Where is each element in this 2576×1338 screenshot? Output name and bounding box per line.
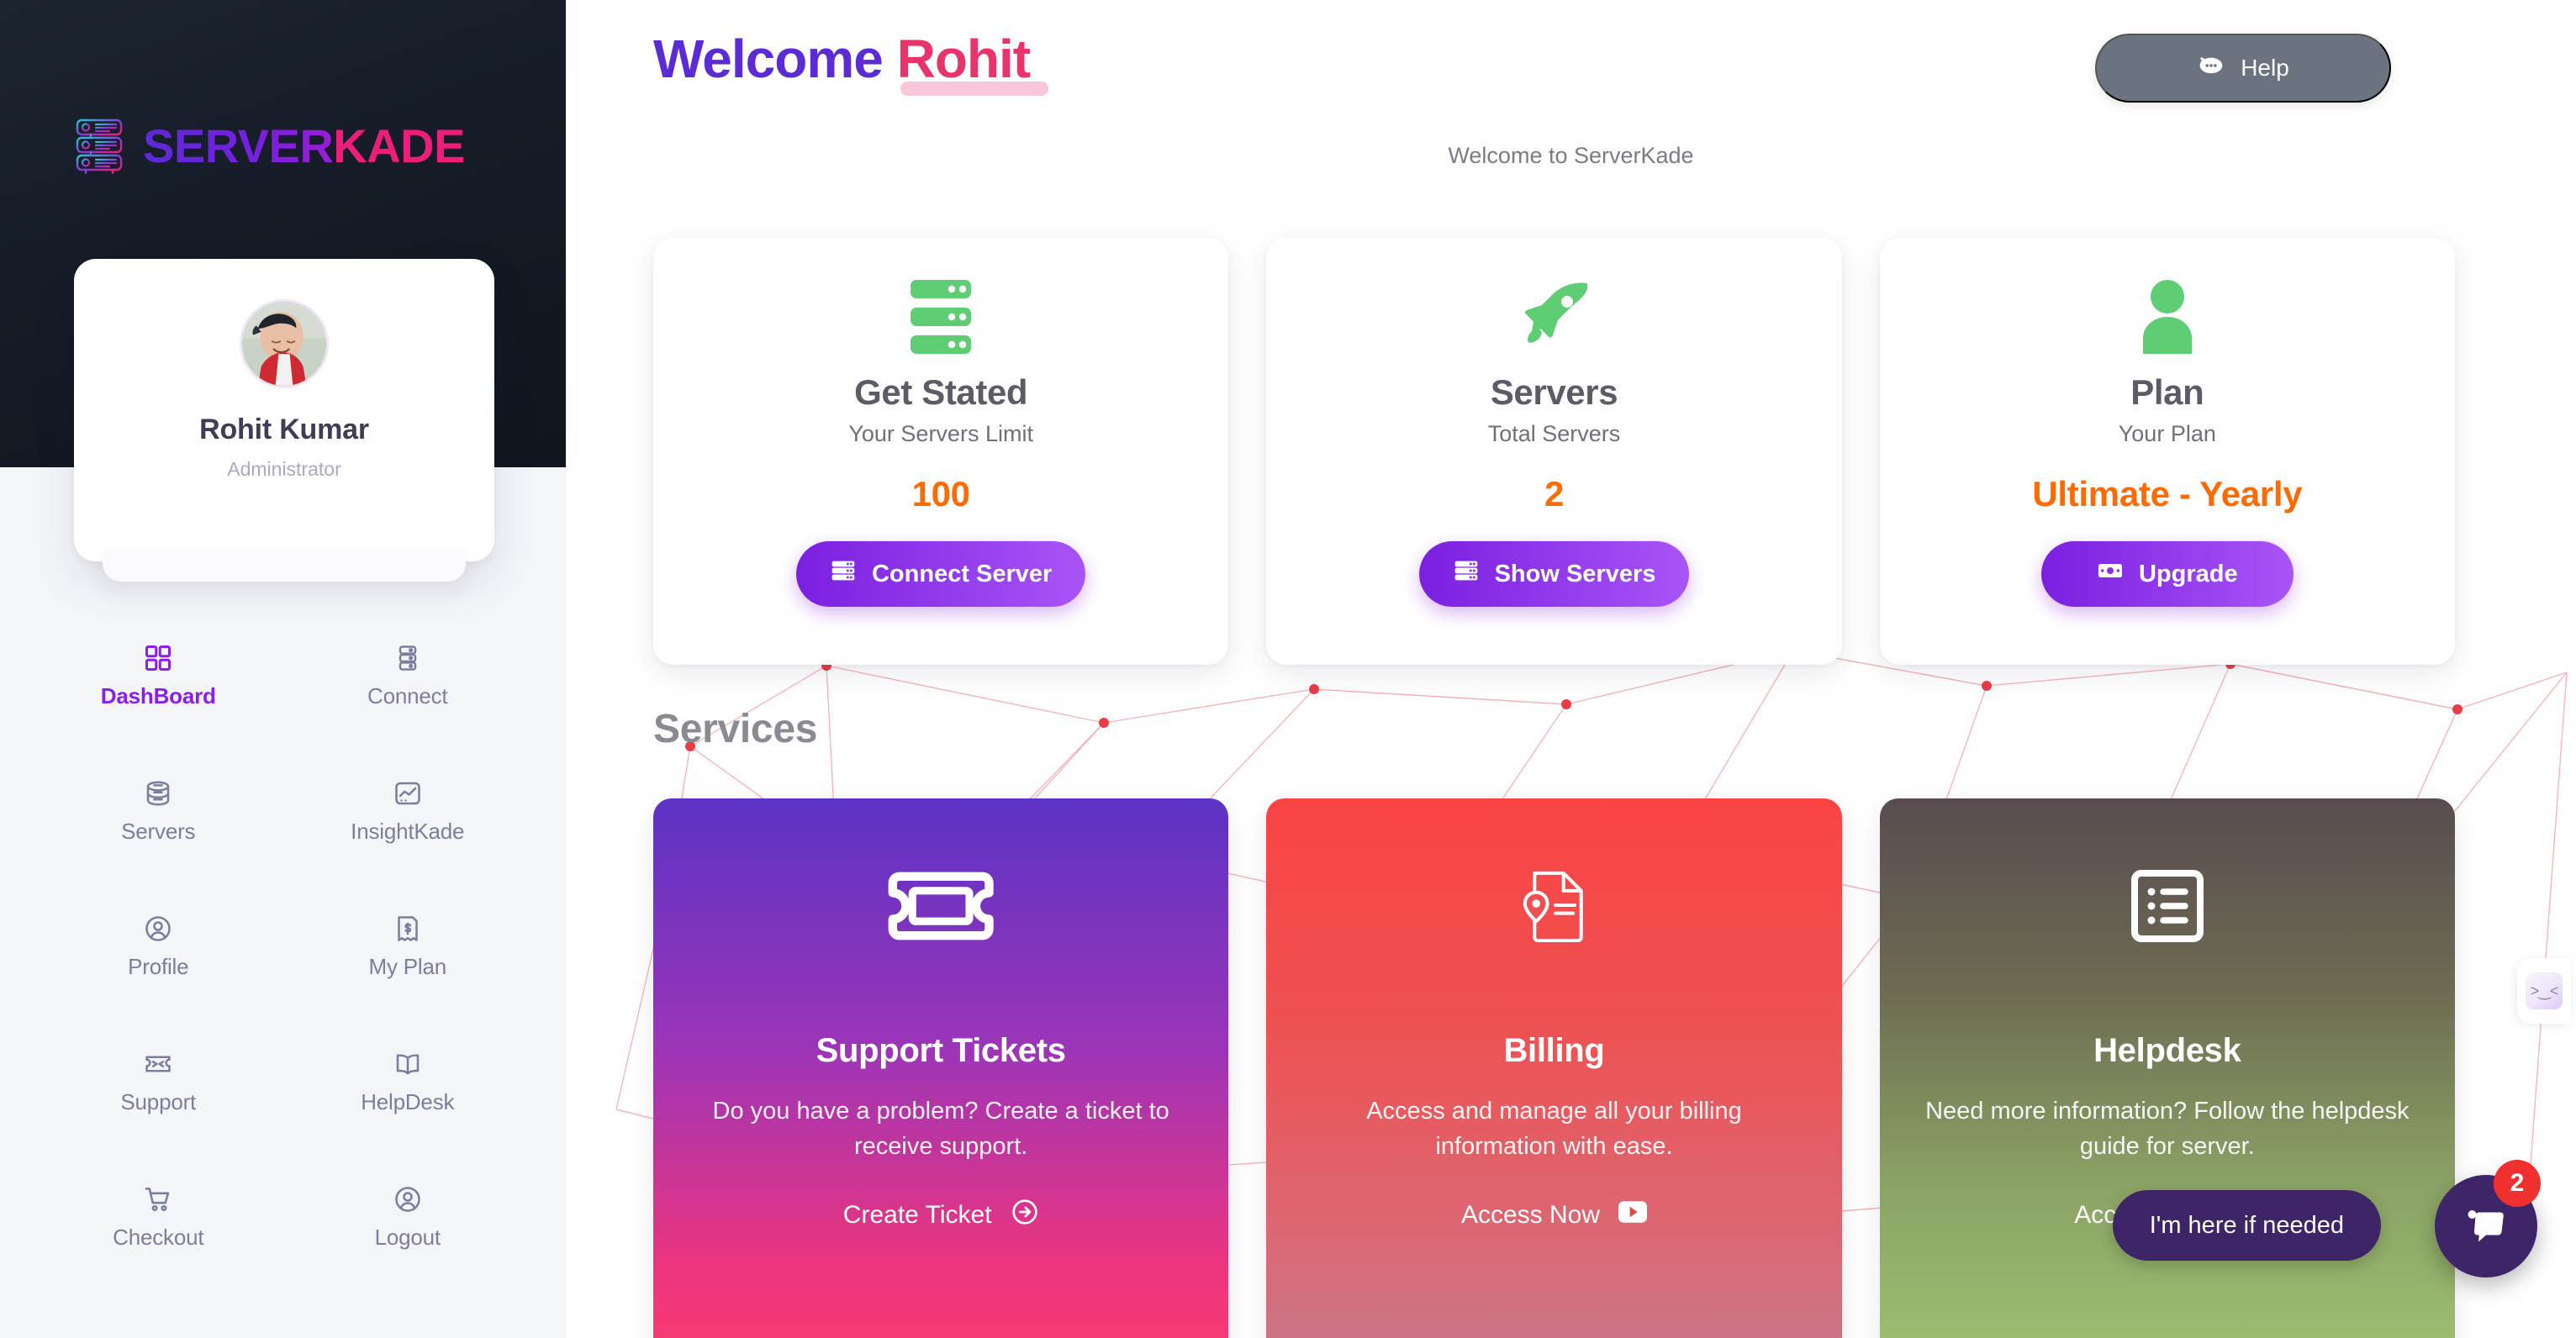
chat-bubble-icon <box>2197 51 2225 86</box>
sidebar-item-label: Logout <box>374 1225 441 1250</box>
avatar <box>240 299 329 388</box>
user-name: Rohit Kumar <box>199 414 369 445</box>
arrow-right-circle-icon <box>1011 1198 1039 1233</box>
stat-value: 2 <box>1544 474 1565 514</box>
play-video-icon <box>1618 1198 1648 1233</box>
help-button[interactable]: Help <box>2095 34 2391 103</box>
cart-icon <box>143 1184 173 1214</box>
sidebar-item-helpdesk[interactable]: HelpDesk <box>283 1049 533 1115</box>
service-description: Do you have a problem? Create a ticket t… <box>712 1098 1169 1161</box>
stat-title: Plan <box>2130 372 2204 412</box>
sidebar-item-label: Connect <box>367 683 448 709</box>
service-title: Support Tickets <box>816 1032 1066 1069</box>
sidebar-item-label: DashBoard <box>100 683 216 709</box>
grid-icon <box>143 643 173 673</box>
show-servers-button[interactable]: Show Servers <box>1418 541 1690 607</box>
service-card-billing[interactable]: Billing Access and manage all your billi… <box>1266 798 1842 1338</box>
ticket-icon <box>143 1049 173 1079</box>
sidebar-item-label: Profile <box>128 954 189 979</box>
stat-title: Get Stated <box>854 372 1028 412</box>
sidebar: SERVERKADE Rohit Kumar Administrator Das… <box>0 0 566 1338</box>
billing-access-link[interactable]: Access Now <box>1460 1198 1648 1233</box>
stat-title: Servers <box>1490 372 1618 412</box>
logo-text-primary: SERVER <box>143 119 334 172</box>
user-circle-icon <box>393 1184 423 1214</box>
sidebar-item-label: My Plan <box>368 954 447 979</box>
top-bar: Welcome Rohit Help <box>566 0 2576 143</box>
service-link-label: Create Ticket <box>842 1201 992 1230</box>
chart-box-icon <box>393 778 423 809</box>
kaomoji-face-icon: >‿< <box>2526 972 2563 1009</box>
server-icon <box>1453 557 1480 591</box>
service-description: Access and manage all your billing infor… <box>1366 1098 1742 1161</box>
sidebar-item-label: Servers <box>121 819 196 844</box>
service-title: Helpdesk <box>2093 1032 2241 1069</box>
welcome-subtitle: Welcome to ServerKade <box>1448 143 1694 168</box>
rocket-icon <box>1517 280 1591 354</box>
user-profile-card[interactable]: Rohit Kumar Administrator <box>74 259 494 582</box>
sidebar-item-label: Support <box>120 1089 197 1114</box>
server-icon <box>393 643 423 673</box>
receipt-icon <box>393 914 423 944</box>
connect-server-button[interactable]: Connect Server <box>795 541 1086 607</box>
sidebar-item-label: InsightKade <box>351 819 465 844</box>
book-icon <box>393 1049 423 1079</box>
sidebar-item-logout[interactable]: Logout <box>283 1184 533 1251</box>
service-link-label: Access Now <box>1460 1201 1601 1230</box>
list-icon <box>2130 867 2204 945</box>
server-stack-icon <box>911 280 972 354</box>
stat-value: Ultimate - Yearly <box>2032 474 2303 514</box>
stat-subtitle: Your Plan <box>2118 421 2216 446</box>
stat-cards: Get Stated Your Servers Limit 100 Connec… <box>653 238 2455 665</box>
server-icon <box>830 557 857 591</box>
sidebar-item-connect[interactable]: Connect <box>283 643 533 709</box>
document-pin-icon <box>1522 867 1586 945</box>
service-title: Billing <box>1503 1032 1605 1069</box>
sidebar-item-label: HelpDesk <box>361 1089 455 1114</box>
sidebar-item-servers[interactable]: Servers <box>34 778 283 845</box>
stat-card-plan: Plan Your Plan Ultimate - Yearly Upgrade <box>1879 238 2455 665</box>
service-description: Need more information? Follow the helpde… <box>1925 1098 2410 1161</box>
banknote-icon <box>2097 557 2124 591</box>
chat-prompt-bubble[interactable]: I'm here if needed <box>2112 1190 2381 1261</box>
user-circle-icon <box>143 914 173 944</box>
feedback-widget[interactable]: >‿< <box>2517 958 2571 1024</box>
sidebar-item-insightkade[interactable]: InsightKade <box>283 778 533 845</box>
app-root: SERVERKADE Rohit Kumar Administrator Das… <box>0 0 2576 1338</box>
stat-card-servers: Servers Total Servers 2 Show Servers <box>1266 238 1842 665</box>
server-rack-icon <box>74 118 128 175</box>
stat-subtitle: Total Servers <box>1487 421 1621 446</box>
logo-text-accent: KADE <box>333 119 465 172</box>
stat-button-label: Show Servers <box>1494 560 1656 587</box>
stat-value: 100 <box>911 474 970 514</box>
person-icon <box>2138 280 2197 354</box>
chat-unread-badge: 2 <box>2494 1160 2541 1207</box>
sidebar-nav: DashBoard Connect Servers InsightKade Pr… <box>0 643 566 1251</box>
sidebar-item-my-plan[interactable]: My Plan <box>283 914 533 980</box>
sidebar-item-checkout[interactable]: Checkout <box>34 1184 283 1251</box>
sidebar-item-dashboard[interactable]: DashBoard <box>34 643 283 709</box>
welcome-username: Rohit <box>896 29 1031 89</box>
brand-logo[interactable]: SERVERKADE <box>74 118 465 175</box>
stat-subtitle: Your Servers Limit <box>848 421 1033 446</box>
stat-button-label: Connect Server <box>871 560 1053 587</box>
sidebar-item-profile[interactable]: Profile <box>34 914 283 980</box>
page-title: Welcome Rohit <box>653 29 1031 89</box>
create-ticket-link[interactable]: Create Ticket <box>843 1198 1039 1233</box>
services-heading: Services <box>653 707 818 751</box>
service-card-support-tickets[interactable]: Support Tickets Do you have a problem? C… <box>653 798 1229 1338</box>
ticket-icon <box>886 867 995 945</box>
help-button-label: Help <box>2241 55 2289 81</box>
database-icon <box>143 778 173 809</box>
sidebar-item-label: Checkout <box>113 1225 204 1250</box>
welcome-greeting: Welcome <box>653 29 884 89</box>
chat-bubble-icon <box>2461 1199 2511 1254</box>
sidebar-item-support[interactable]: Support <box>34 1049 283 1115</box>
main-content: Welcome Rohit Help Welcome to ServerKade <box>566 0 2576 1338</box>
upgrade-button[interactable]: Upgrade <box>2040 541 2294 607</box>
stat-button-label: Upgrade <box>2138 560 2238 587</box>
stat-card-get-started: Get Stated Your Servers Limit 100 Connec… <box>653 238 1229 665</box>
user-role: Administrator <box>227 458 341 480</box>
